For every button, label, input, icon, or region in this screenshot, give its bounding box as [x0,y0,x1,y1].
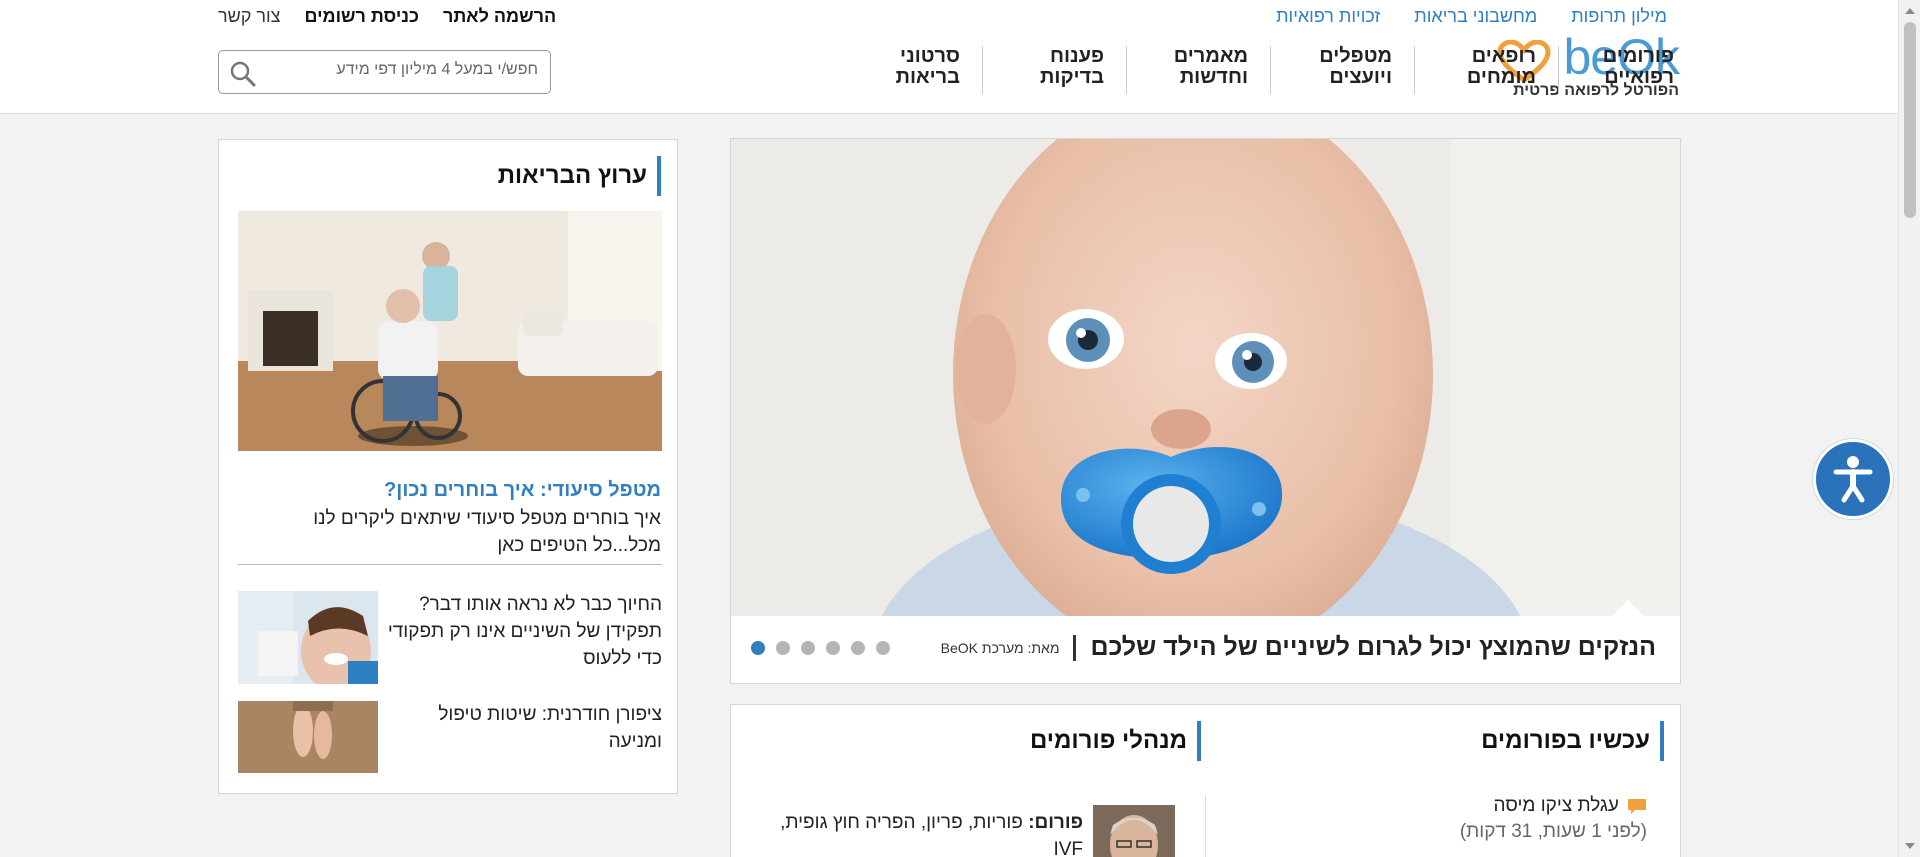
doctor-portrait [1093,805,1175,857]
chat-bubble-icon [1628,798,1646,814]
login-link[interactable]: כניסת רשומים [304,6,419,27]
hero-title[interactable]: הנזקים שהמוצץ יכול לגרום לשיניים של הילד… [1090,633,1656,662]
forum-label: פורום: [1028,812,1083,833]
nav-label: סרטוני [900,45,960,67]
user-links: הרשמה לאתר כניסת רשומים צור קשר [218,6,556,27]
main-nav: פורומים רפואיים רופאים מומחים מטפלים ויו… [838,46,1684,94]
top-link-medical-rights[interactable]: זכויות רפואיות [1276,6,1380,27]
nav-therapists[interactable]: מטפלים ויועצים [1270,46,1414,94]
foot-thumbnail[interactable] [238,701,378,773]
accessibility-button[interactable] [1813,439,1893,519]
carousel-dot[interactable] [876,641,890,655]
top-links: מילון תרופות מחשבוני בריאות זכויות רפואי… [1276,6,1667,27]
carousel-dot[interactable] [751,641,765,655]
hero-source: מאת: מערכת BeOK [940,639,1060,656]
carousel-dot[interactable] [801,641,815,655]
search-box [218,50,551,94]
contact-link[interactable]: צור קשר [218,6,280,27]
caption-divider [1073,634,1077,661]
accessibility-icon [1833,456,1873,503]
forum-activity-item[interactable]: עגלת ציקו מיסה (לפני 1 שעות, 31 דקות) [1460,795,1647,843]
carousel-dot[interactable] [776,641,790,655]
scroll-down-icon[interactable] [1905,843,1915,849]
list-item[interactable]: ציפורן חודרנית: שיטות טיפול ומניעה [238,701,662,773]
top-link-health-calculators[interactable]: מחשבוני בריאות [1414,6,1537,27]
top-link-drug-dictionary[interactable]: מילון תרופות [1571,6,1667,27]
nav-health-videos[interactable]: סרטוני בריאות [838,46,982,94]
nav-label: פענוח [1049,45,1104,67]
list-item-text[interactable]: החיוך כבר לא נראה אותו דבר? תפקידן של הש… [387,591,662,672]
carousel-dot[interactable] [826,641,840,655]
list-item[interactable]: החיוך כבר לא נראה אותו דבר? תפקידן של הש… [238,591,662,684]
avatar[interactable] [1093,805,1175,857]
manager-text: פורום: פוריות, פריון, הפריה חוץ גופית, I… [763,809,1083,857]
page-scrollbar[interactable] [1898,0,1920,857]
divider [238,564,662,565]
hero-image-baby-with-pacifier[interactable] [731,139,1680,616]
dental-illustration [238,591,378,684]
nav-label: רפואיים [1604,66,1674,88]
baby-illustration [731,139,1680,616]
nav-label: וחדשות [1179,66,1248,88]
hero-notch [1610,600,1646,618]
site-header: מילון תרופות מחשבוני בריאות זכויות רפואי… [0,0,1898,114]
scroll-up-icon[interactable] [1905,8,1915,14]
health-channel-panel: ערוץ הבריאות מטפל סיעודי: איך בוחרים נכו… [218,139,678,794]
nav-label: מאמרים [1173,45,1248,67]
hero-caption: הנזקים שהמוצץ יכול לגרום לשיניים של הילד… [941,633,1656,662]
activity-time: (לפני 1 שעות, 31 דקות) [1459,821,1647,842]
caregiver-image[interactable] [238,211,662,451]
forums-panel: עכשיו בפורומים מנהלי פורומים עגלת ציקו מ… [730,704,1681,857]
scroll-thumb[interactable] [1904,22,1916,218]
forum-managers-title: מנהלי פורומים [1030,721,1201,761]
register-link[interactable]: הרשמה לאתר [443,6,556,27]
nav-label: ויועצים [1329,66,1392,88]
nav-test-decoding[interactable]: פענוח בדיקות [982,46,1126,94]
nav-label: פורומים [1602,45,1674,67]
activity-name-row: עגלת ציקו מיסה [1460,795,1647,817]
nav-label: רופאים [1471,45,1536,67]
nav-medical-forums[interactable]: פורומים רפואיים [1558,46,1684,94]
nav-articles-news[interactable]: מאמרים וחדשות [1126,46,1270,94]
now-in-forums-title: עכשיו בפורומים [1481,721,1664,761]
search-input[interactable] [278,61,538,79]
column-divider [1205,795,1206,857]
carousel-dots [751,641,890,655]
carousel-dot[interactable] [851,641,865,655]
panel-title: ערוץ הבריאות [498,156,661,196]
nav-label: מומחים [1466,66,1536,88]
caregiver-illustration [238,211,662,451]
feature-title-link[interactable]: מטפל סיעודי: איך בוחרים נכון? [384,479,661,502]
nav-label: מטפלים [1319,45,1392,67]
feature-summary: איך בוחרים מטפל סיעודי שיתאים ליקרים לנו… [313,508,661,556]
search-icon[interactable] [229,60,257,88]
dental-thumbnail[interactable] [238,591,378,684]
list-item-text[interactable]: ציפורן חודרנית: שיטות טיפול ומניעה [387,701,662,755]
nav-expert-doctors[interactable]: רופאים מומחים [1414,46,1558,94]
nav-label: בדיקות [1040,66,1104,88]
foot-illustration [238,701,378,773]
nav-label: בריאות [895,66,960,88]
hero-carousel[interactable]: הנזקים שהמוצץ יכול לגרום לשיניים של הילד… [730,138,1681,684]
activity-name[interactable]: עגלת ציקו מיסה [1494,795,1619,817]
